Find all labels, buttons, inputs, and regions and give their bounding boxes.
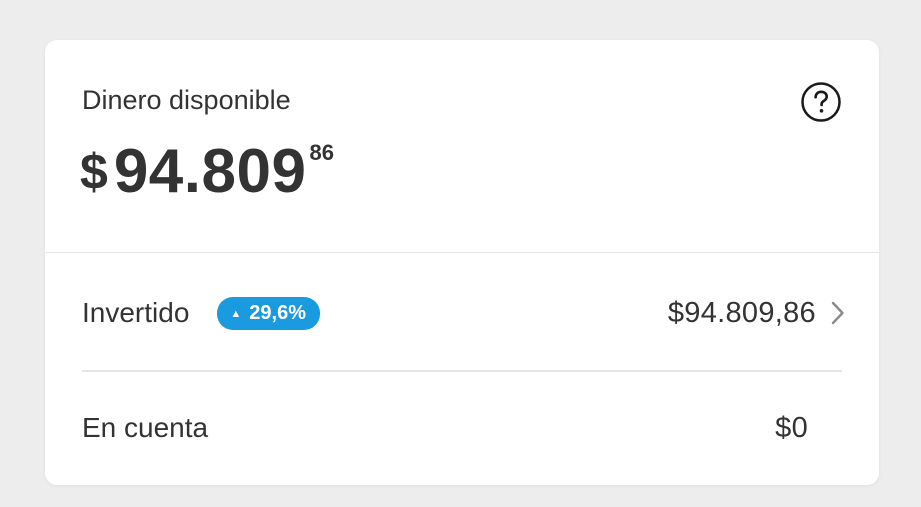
available-amount: $ 94.809 86 (80, 136, 334, 208)
account-value: $0 (775, 411, 808, 444)
question-circle-icon[interactable] (800, 81, 842, 123)
chevron-right-icon[interactable] (828, 299, 848, 327)
invested-label: Invertido (82, 297, 190, 328)
available-money-card: Dinero disponible $ 94.809 86 Invertido … (45, 40, 879, 485)
card-title: Dinero disponible (82, 85, 291, 115)
return-badge: ▲ 29,6% (217, 296, 321, 330)
triangle-up-icon: ▲ (230, 307, 242, 320)
account-row: En cuenta $0 (82, 408, 842, 448)
invested-row[interactable]: Invertido ▲ 29,6% $94.809,86 (82, 293, 844, 333)
currency-symbol: $ (80, 144, 108, 200)
row-divider (82, 370, 842, 372)
amount-cents: 86 (309, 140, 334, 165)
section-divider (45, 252, 879, 253)
account-label: En cuenta (82, 412, 209, 443)
return-percentage: 29,6% (249, 301, 307, 324)
invested-value: $94.809,86 (667, 296, 816, 329)
amount-integer: 94.809 (113, 137, 307, 206)
